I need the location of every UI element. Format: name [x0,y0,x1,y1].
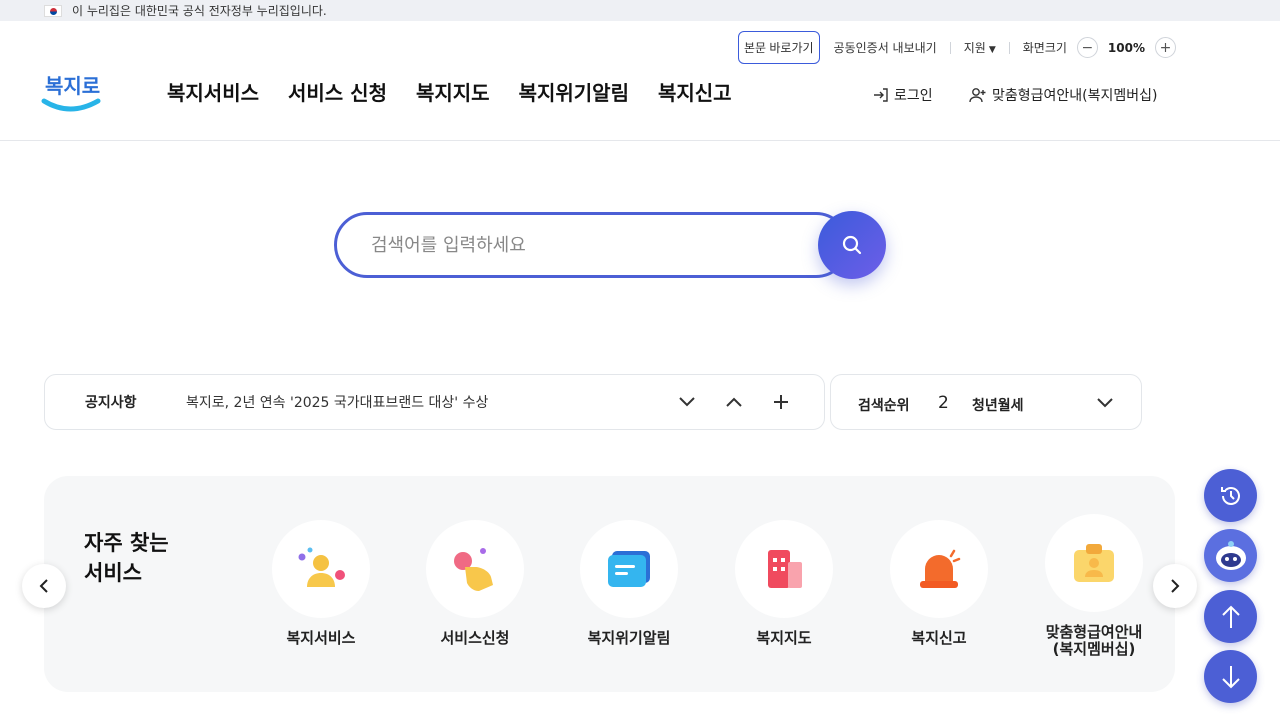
search-button[interactable] [818,211,886,279]
membership-label: 맞춤형급여안내(복지멤버십) [992,88,1158,104]
search-input[interactable] [371,234,791,256]
arrow-down-icon [1221,665,1240,688]
notice-text[interactable]: 복지로, 2년 연속 '2025 국가대표브랜드 대상' 수상 [186,392,488,412]
ranking-label: 검색순위 [858,398,910,414]
nav-crisis-alert[interactable]: 복지위기알림 [519,77,629,106]
service-label-line2: (복지멤버십) [1052,640,1136,658]
zoom-out-button[interactable]: − [1076,37,1098,58]
notice-bar: 공지사항 복지로, 2년 연속 '2025 국가대표브랜드 대상' 수상 [44,374,825,430]
chevron-left-icon [39,579,48,593]
notice-prev-button[interactable] [722,390,746,414]
service-item-map[interactable]: 복지지도 [709,520,859,647]
notice-label: 공지사항 [85,395,137,411]
frequent-title-line1: 자주 찾는 [84,531,169,555]
nav-welfare-map[interactable]: 복지지도 [416,77,490,106]
carousel-next-button[interactable] [1153,564,1197,608]
service-label: 복지위기알림 [587,629,671,647]
notice-next-button[interactable] [675,390,699,414]
message-icon [608,551,650,587]
login-button[interactable]: 로그인 [873,85,933,105]
support-menu[interactable]: 지원 ▼ [964,39,996,56]
service-item-welfare[interactable]: 복지서비스 [246,520,396,647]
gov-banner: 이 누리집은 대한민국 공식 전자정부 누리집입니다. [0,0,1280,21]
site-header: 본문 바로가기 공동인증서 내보내기 지원 ▼ 화면크기 − 100% + 복지로… [0,21,1280,141]
zoom-value: 100% [1107,40,1145,55]
history-icon [1220,486,1240,505]
scroll-top-button[interactable] [1204,590,1257,643]
user-add-icon [969,88,986,103]
support-label: 지원 [963,41,986,55]
chevron-up-icon [726,397,742,407]
frequent-title: 자주 찾는 서비스 [84,528,169,588]
service-label-line1: 맞춤형급여안내 [1045,623,1143,641]
notice-more-button[interactable] [769,390,793,414]
service-label: 복지서비스 [286,629,356,647]
ranking-term[interactable]: 청년월세 [972,395,1024,415]
service-circle [272,520,370,618]
frequent-title-line2: 서비스 [84,561,142,585]
search-ranking[interactable]: 검색순위 2 청년월세 [830,374,1142,430]
logo-graphic: 복지로 [41,74,101,112]
recent-history-button[interactable] [1204,469,1257,522]
person-icon [298,547,345,587]
arrow-up-icon [1221,605,1240,628]
korea-flag-icon [44,4,62,17]
service-circle [1045,514,1143,612]
membership-button[interactable]: 맞춤형급여안내(복지멤버십) [969,85,1157,105]
service-item-apply[interactable]: 서비스신청 [400,520,550,647]
nav-service-apply[interactable]: 서비스 신청 [288,77,387,106]
service-circle [890,520,988,618]
main-nav: 복지서비스 서비스 신청 복지지도 복지위기알림 복지신고 [167,77,732,106]
chevron-down-icon [679,397,695,407]
zoom-in-button[interactable]: + [1155,37,1176,58]
gov-banner-text: 이 누리집은 대한민국 공식 전자정부 누리집입니다. [72,4,327,18]
service-circle [426,520,524,618]
service-item-crisis-alert[interactable]: 복지위기알림 [554,520,704,647]
zoom-label: 화면크기 [1022,41,1067,55]
service-label: 맞춤형급여안내 (복지멤버십) [1019,624,1169,658]
carousel-prev-button[interactable] [22,564,66,608]
login-icon [874,88,888,102]
service-circle [735,520,833,618]
service-circle [580,520,678,618]
service-label: 복지지도 [756,629,812,647]
nav-welfare-services[interactable]: 복지서비스 [167,77,259,106]
skip-to-content-button[interactable]: 본문 바로가기 [737,31,820,64]
service-label: 서비스신청 [440,629,510,647]
chatbot-icon [1215,540,1246,570]
chevron-right-icon [1171,579,1180,593]
service-item-membership[interactable]: 맞춤형급여안내 (복지멤버십) [1019,514,1169,658]
frequent-services: 자주 찾는 서비스 복지서비스 서비스신청 복지위기알림 복지지도 복지신고 맞… [44,476,1175,692]
hand-tap-icon [454,548,493,591]
search-area [334,211,886,279]
ranking-expand-button[interactable] [1093,391,1117,415]
chevron-down-icon [1097,398,1113,408]
plus-icon [774,395,788,409]
login-label: 로그인 [894,88,933,104]
member-card-icon [1074,544,1114,582]
site-logo[interactable]: 복지로 [40,65,102,117]
search-icon [842,235,862,255]
chatbot-button[interactable] [1204,529,1257,582]
service-item-report[interactable]: 복지신고 [864,520,1014,647]
utility-bar: 본문 바로가기 공동인증서 내보내기 지원 ▼ 화면크기 − 100% + [737,31,1176,64]
nav-welfare-report[interactable]: 복지신고 [658,77,732,106]
divider [949,41,951,54]
divider [1008,41,1010,54]
cert-export-link[interactable]: 공동인증서 내보내기 [834,39,937,56]
search-box [334,212,849,278]
scroll-bottom-button[interactable] [1204,650,1257,703]
building-icon [768,550,802,588]
siren-icon [920,549,961,588]
logo-text: 복지로 [45,74,100,98]
ranking-number: 2 [938,393,949,413]
service-label: 복지신고 [911,629,967,647]
chevron-down-icon: ▼ [988,45,996,55]
